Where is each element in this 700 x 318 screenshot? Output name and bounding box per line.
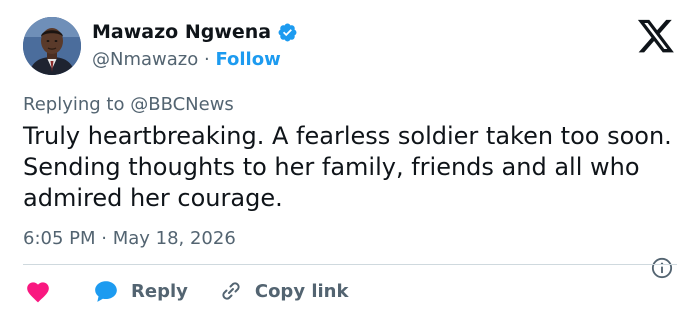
reply-context-prefix: Replying to — [23, 94, 125, 115]
tweet-timestamp[interactable]: 6:05 PM · May 18, 2026 — [23, 227, 236, 251]
link-icon — [222, 282, 240, 300]
author-handle[interactable]: @Nmawazo — [92, 49, 198, 70]
x-logo-icon[interactable] — [636, 19, 676, 55]
speech-bubble-icon — [95, 281, 117, 302]
separator-dot: · — [203, 49, 210, 70]
divider — [23, 264, 677, 265]
tweet-card: Mawazo Ngwena @Nmawazo · Follow Replying… — [0, 0, 700, 318]
reply-context: Replying to @BBCNews — [23, 93, 234, 117]
action-bar: Reply Copy link — [23, 278, 348, 304]
author-handle-row: @Nmawazo · Follow — [92, 48, 281, 72]
author-name[interactable]: Mawazo Ngwena — [92, 20, 271, 44]
info-icon[interactable] — [651, 257, 673, 279]
author-name-row: Mawazo Ngwena — [92, 20, 298, 44]
reply-mention-link[interactable]: @BBCNews — [130, 94, 234, 115]
profile-photo — [23, 17, 81, 75]
reply-label: Reply — [131, 280, 188, 302]
avatar[interactable] — [23, 17, 81, 75]
verified-badge-icon — [278, 23, 297, 41]
heart-icon — [27, 282, 49, 303]
like-button[interactable] — [23, 279, 51, 303]
reply-button[interactable]: Reply — [93, 279, 188, 303]
copy-link-label: Copy link — [254, 280, 349, 302]
follow-button[interactable]: Follow — [215, 49, 280, 70]
copy-link-button[interactable]: Copy link — [219, 279, 349, 303]
tweet-text: Truly heartbreaking. A fearless soldier … — [23, 122, 672, 212]
